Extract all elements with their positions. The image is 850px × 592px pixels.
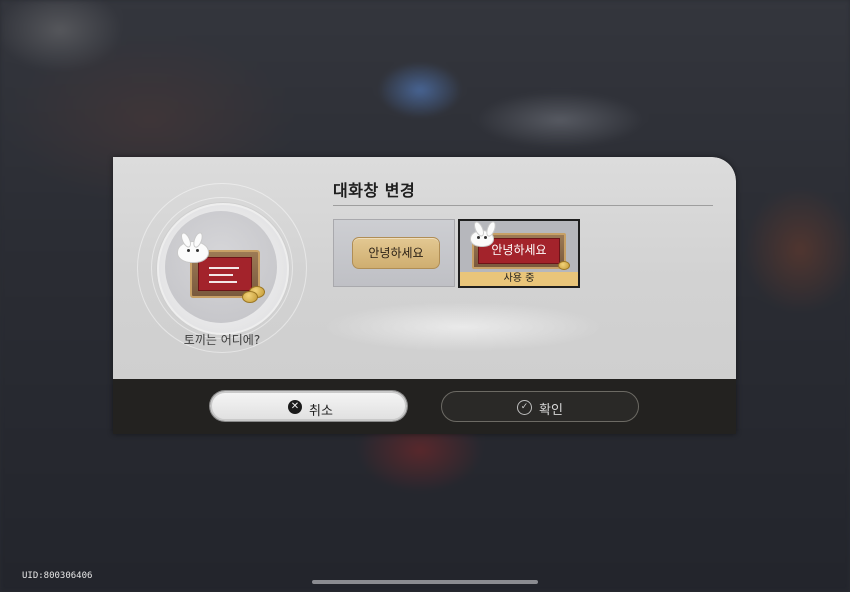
board-line	[209, 274, 233, 276]
option-preview-label: 안녕하세요	[352, 237, 440, 269]
home-indicator-bar[interactable]	[312, 580, 538, 584]
dialog-button-bar	[113, 379, 736, 434]
dialog-title: 대화창 변경	[333, 181, 416, 200]
uid-label: UID:800306406	[22, 571, 93, 581]
coin-icon	[558, 261, 570, 270]
chat-bubble-change-dialog: 토끼는 어디에? 대화창 변경 안녕하세요 안녕하세요 사용 중 ✕ 취소 ✓ …	[113, 157, 736, 434]
preview-name-label: 토끼는 어디에?	[183, 333, 261, 347]
bunny-icon	[470, 230, 494, 247]
board-panel	[198, 257, 252, 291]
bunny-eye	[484, 236, 487, 239]
bunny-icon	[177, 241, 209, 263]
cancel-label: 취소	[309, 404, 333, 419]
confirm-button[interactable]: ✓ 확인	[441, 391, 639, 422]
board-line	[209, 281, 237, 283]
chat-bubble-option-beige[interactable]: 안녕하세요	[333, 219, 455, 287]
bunny-eye	[196, 249, 199, 252]
chat-bubble-option-red-board[interactable]: 안녕하세요 사용 중	[458, 219, 580, 288]
dialog-content-panel: 토끼는 어디에? 대화창 변경 안녕하세요 안녕하세요 사용 중	[113, 157, 736, 379]
bunny-eye	[187, 249, 190, 252]
confirm-label: 확인	[539, 403, 563, 418]
coin-icon	[242, 291, 258, 303]
cancel-button[interactable]: ✕ 취소	[210, 391, 407, 421]
in-use-badge: 사용 중	[460, 272, 578, 286]
check-circle-icon: ✓	[517, 400, 532, 415]
board-line	[209, 267, 239, 269]
title-divider	[333, 205, 713, 206]
x-circle-icon: ✕	[288, 400, 302, 414]
bunny-eye	[477, 236, 480, 239]
